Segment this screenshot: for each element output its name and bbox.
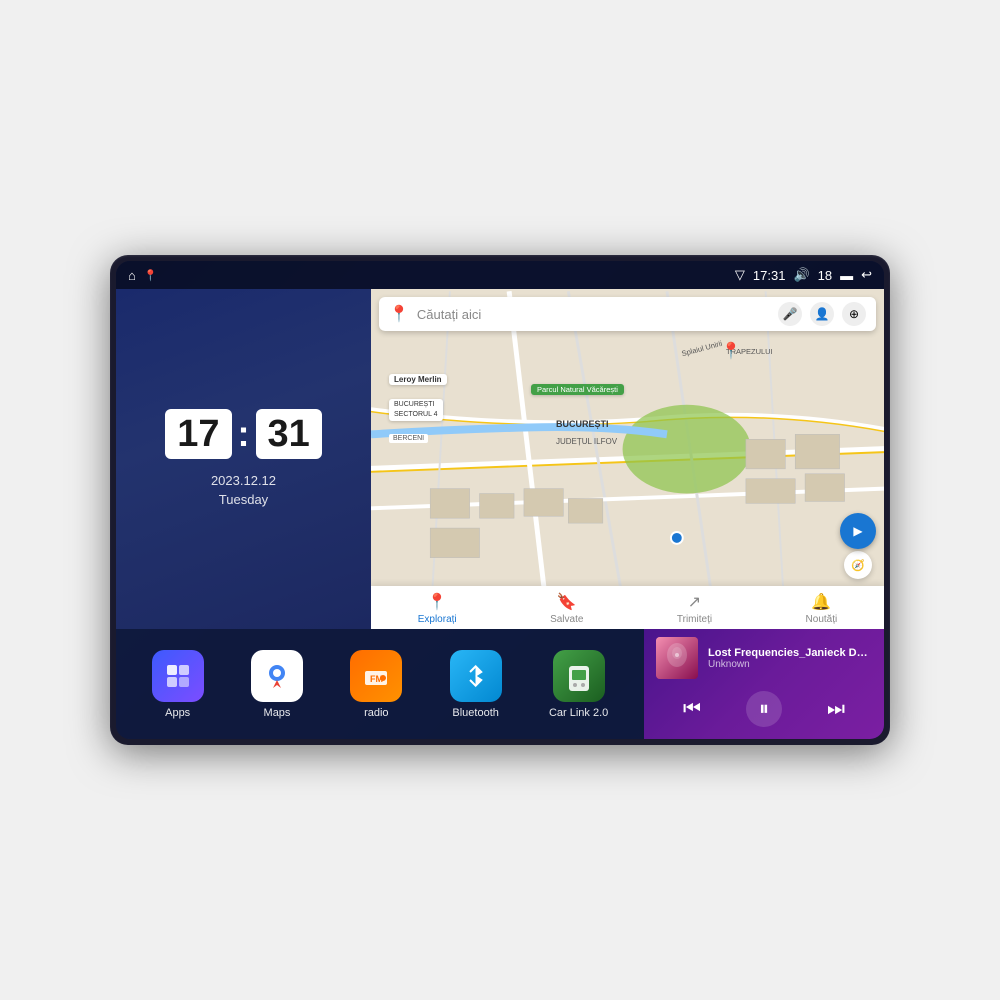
map-label-berceni: BERCENI (389, 434, 428, 443)
status-time: 17:31 (753, 268, 786, 283)
clock-hours: 17 (177, 413, 219, 455)
news-icon: 🔔 (811, 592, 831, 612)
top-section: 17 : 31 2023.12.12 Tuesday (116, 289, 884, 629)
status-bar: ⌂ 📍 ▽ 17:31 🔊 18 ▬ ↩ (116, 261, 884, 289)
nav-saved[interactable]: 🔖 Salvate (550, 592, 583, 625)
map-bottom-nav: 📍 Explorați 🔖 Salvate ↗ Trimiteți (371, 586, 884, 629)
main-content: 17 : 31 2023.12.12 Tuesday (116, 289, 884, 739)
voice-search-icon[interactable]: 🎤 (778, 302, 802, 326)
map-label-bucuresti-s4: BUCUREȘTISECTORUL 4 (389, 399, 443, 421)
radio-label: radio (364, 707, 388, 719)
clock-date-text: 2023.12.12 (211, 471, 276, 491)
saved-label: Salvate (550, 614, 583, 625)
clock-date: 2023.12.12 Tuesday (211, 471, 276, 510)
explore-label: Explorați (418, 614, 457, 625)
apps-section: Apps Maps (116, 629, 644, 739)
carlink-label: Car Link 2.0 (549, 707, 608, 719)
maps-icon-wrapper (251, 650, 303, 702)
map-label-leroy: Leroy Merlin (389, 374, 447, 385)
map-label-bucuresti: BUCUREȘTI (556, 419, 609, 429)
map-section[interactable]: 📍 Căutați aici 🎤 👤 ⊕ Leroy Merlin BUCURE… (371, 289, 884, 629)
album-art (656, 637, 698, 679)
volume-level: 18 (818, 268, 832, 283)
car-head-unit: ⌂ 📍 ▽ 17:31 🔊 18 ▬ ↩ (110, 255, 890, 745)
map-label-ilfov: JUDEȚUL ILFOV (556, 437, 617, 446)
send-label: Trimiteți (677, 614, 712, 625)
music-top: Lost Frequencies_Janieck Devy-... Unknow… (656, 637, 872, 679)
saved-icon: 🔖 (557, 592, 577, 612)
layers-icon[interactable]: ⊕ (842, 302, 866, 326)
nav-send[interactable]: ↗ Trimiteți (677, 592, 712, 625)
app-item-apps[interactable]: Apps (152, 650, 204, 719)
clock-day-text: Tuesday (211, 490, 276, 510)
compass-button[interactable]: 🧭 (844, 551, 872, 579)
app-item-maps[interactable]: Maps (251, 650, 303, 719)
music-title: Lost Frequencies_Janieck Devy-... (708, 647, 872, 659)
back-icon[interactable]: ↩ (861, 267, 872, 283)
app-item-bluetooth[interactable]: Bluetooth (450, 650, 502, 719)
clock-hours-box: 17 (165, 409, 231, 459)
bluetooth-app-icon (462, 662, 490, 690)
bottom-section: Apps Maps (116, 629, 884, 739)
volume-icon[interactable]: 🔊 (793, 267, 809, 283)
nav-news[interactable]: 🔔 Noutăți (806, 592, 838, 625)
account-icon[interactable]: 👤 (810, 302, 834, 326)
music-artist: Unknown (708, 659, 872, 670)
carlink-app-icon (564, 661, 594, 691)
maps-label: Maps (264, 707, 291, 719)
screen-bezel: ⌂ 📍 ▽ 17:31 🔊 18 ▬ ↩ (116, 261, 884, 739)
home-icon[interactable]: ⌂ (128, 268, 136, 283)
radio-app-icon: FM (361, 661, 391, 691)
nav-explore[interactable]: 📍 Explorați (418, 592, 457, 625)
maps-pin-status-icon[interactable]: 📍 (144, 269, 158, 282)
next-button[interactable]: ⏭ (818, 691, 854, 727)
carlink-icon-wrapper (553, 650, 605, 702)
bluetooth-icon-wrapper (450, 650, 502, 702)
battery-icon: ▬ (840, 268, 853, 283)
apps-label: Apps (165, 707, 190, 719)
app-item-radio[interactable]: FM radio (350, 650, 402, 719)
play-pause-button[interactable]: ⏸ (746, 691, 782, 727)
explore-icon: 📍 (427, 592, 447, 612)
map-location-pin: 📍 (721, 341, 741, 361)
clock-colon: : (238, 416, 250, 452)
app-item-carlink[interactable]: Car Link 2.0 (549, 650, 608, 719)
start-navigation-button[interactable]: ▶ (840, 513, 876, 549)
map-search-input[interactable]: Căutați aici (417, 307, 770, 322)
bluetooth-label: Bluetooth (452, 707, 498, 719)
map-label-parc: Parcul Natural Văcărești (531, 384, 624, 395)
status-left: ⌂ 📍 (128, 268, 158, 283)
map-search-right: 🎤 👤 ⊕ (778, 302, 866, 326)
radio-icon-wrapper: FM (350, 650, 402, 702)
screen: ⌂ 📍 ▽ 17:31 🔊 18 ▬ ↩ (116, 261, 884, 739)
google-maps-icon: 📍 (389, 304, 409, 324)
clock-widget: 17 : 31 2023.12.12 Tuesday (116, 289, 371, 629)
signal-icon: ▽ (735, 267, 745, 283)
music-controls: ⏮ ⏸ ⏭ (656, 687, 872, 731)
maps-app-icon (261, 660, 293, 692)
apps-grid-icon (164, 662, 192, 690)
apps-icon-wrapper (152, 650, 204, 702)
news-label: Noutăți (806, 614, 838, 625)
map-search-bar[interactable]: 📍 Căutați aici 🎤 👤 ⊕ (379, 297, 876, 331)
send-icon: ↗ (688, 592, 701, 612)
prev-button[interactable]: ⏮ (674, 691, 710, 727)
clock-minutes: 31 (268, 413, 310, 455)
music-thumbnail (656, 637, 698, 679)
music-info: Lost Frequencies_Janieck Devy-... Unknow… (708, 647, 872, 670)
music-player: Lost Frequencies_Janieck Devy-... Unknow… (644, 629, 884, 739)
clock-minutes-box: 31 (256, 409, 322, 459)
status-right: ▽ 17:31 🔊 18 ▬ ↩ (735, 267, 872, 283)
clock-display: 17 : 31 (165, 409, 322, 459)
